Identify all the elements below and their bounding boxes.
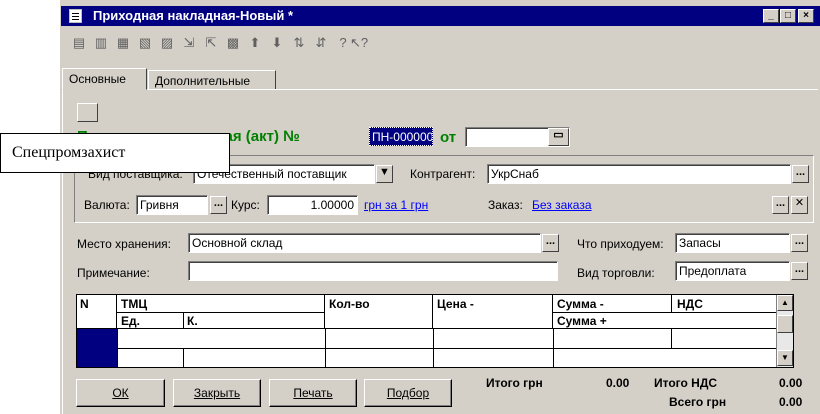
table-scrollbar[interactable]: ▲ ▼ — [776, 295, 793, 367]
copy-icon[interactable]: ▦ — [114, 34, 132, 52]
col-divider — [553, 329, 554, 367]
print-label: Печать — [293, 386, 333, 400]
note-field[interactable] — [188, 261, 558, 281]
close-label: Закрыть — [193, 386, 241, 400]
sort-asc-icon[interactable]: ⇅ — [290, 34, 308, 52]
col-qty-header[interactable]: Кол-во — [325, 295, 433, 329]
ok-button[interactable]: ОК — [76, 379, 165, 407]
tab-main[interactable]: Основные — [62, 68, 147, 90]
header-divider — [671, 295, 672, 312]
trade-label: Вид торговли: — [577, 266, 655, 280]
order-select-button[interactable]: ... — [772, 196, 789, 214]
note-label: Примечание: — [77, 266, 150, 280]
select-button[interactable]: Подбор — [364, 379, 452, 407]
table-icon[interactable]: ▨ — [158, 34, 176, 52]
contractor-select-button[interactable]: ... — [792, 165, 809, 183]
grand-total-value: 0.00 — [779, 395, 803, 409]
maximize-button[interactable]: □ — [780, 9, 796, 23]
col-qty-label: Кол-во — [329, 297, 370, 311]
col-price-header[interactable]: Цена - — [433, 295, 553, 329]
currency-label: Валюта: — [84, 198, 130, 212]
from-label: от — [440, 129, 457, 146]
col-sum-minus-label: Сумма - — [557, 297, 604, 311]
title-bar[interactable]: Приходная накладная-Новый * _ □ × — [61, 6, 820, 26]
rate-link[interactable]: грн за 1 грн — [364, 198, 428, 212]
paste-icon[interactable]: ▧ — [136, 34, 154, 52]
income-select-button[interactable]: ... — [791, 234, 808, 252]
col-k-label: К. — [187, 314, 198, 328]
vat-total-label: Итого НДС — [654, 376, 718, 390]
col-unit-label: Ед. — [121, 314, 140, 328]
currency-select-button[interactable]: ... — [210, 196, 227, 214]
total-label: Итого грн — [486, 376, 543, 390]
close-window-button[interactable]: × — [798, 9, 814, 23]
rate-label: Курс: — [231, 198, 260, 212]
ok-label: ОК — [112, 386, 129, 400]
header-divider — [553, 312, 777, 313]
trade-select-button[interactable]: ... — [791, 262, 808, 280]
row-selector[interactable] — [77, 329, 117, 367]
col-divider — [433, 329, 434, 367]
col-divider — [117, 329, 118, 367]
supplier-type-dropdown[interactable]: ▼ — [376, 165, 393, 183]
calendar-button[interactable]: ▭ — [548, 128, 569, 146]
col-divider — [671, 329, 672, 348]
order-label: Заказ: — [488, 198, 523, 212]
doc-number-field[interactable]: ПН-0000001 — [369, 127, 433, 146]
col-vat-label: НДС — [677, 297, 703, 311]
currency-field[interactable]: Гривня — [136, 195, 208, 215]
window-title: Приходная накладная-Новый * — [93, 8, 294, 23]
print-button[interactable]: Печать — [269, 379, 357, 407]
sort-desc-icon[interactable]: ⇵ — [312, 34, 330, 52]
print-icon[interactable]: ▥ — [92, 34, 110, 52]
income-field[interactable]: Запасы — [675, 233, 790, 253]
header-divider — [183, 312, 184, 329]
save-icon[interactable]: ▤ — [70, 34, 88, 52]
row-add-icon[interactable]: ⇲ — [180, 34, 198, 52]
col-item-label: ТМЦ — [121, 297, 148, 311]
col-divider — [325, 329, 326, 367]
scroll-down-button[interactable]: ▼ — [777, 350, 793, 366]
rate-field[interactable]: 1.00000 — [267, 195, 358, 215]
move-up-icon[interactable]: ⬆ — [246, 34, 264, 52]
select-label: Подбор — [386, 386, 430, 400]
scroll-thumb[interactable] — [777, 315, 793, 333]
contractor-field[interactable]: УкрСнаб — [487, 164, 791, 184]
col-sum-plus-label: Сумма + — [557, 314, 607, 328]
order-link[interactable]: Без заказа — [532, 198, 592, 212]
storage-field[interactable]: Основной склад — [188, 233, 541, 253]
col-n-header[interactable]: N — [77, 295, 117, 329]
scroll-up-button[interactable]: ▲ — [777, 295, 793, 311]
items-table[interactable]: N ТМЦ Ед. К. Кол-во Цена - Сумма - НДС С… — [76, 294, 794, 368]
income-label: Что приходуем: — [577, 237, 664, 251]
company-overlay-label: Спецпромзахист — [0, 133, 230, 173]
row-divider — [117, 348, 778, 349]
col-sum-header[interactable]: Сумма - НДС Сумма + — [553, 295, 778, 329]
tab-additional[interactable]: Дополнительные — [148, 70, 276, 90]
vat-total-value: 0.00 — [779, 376, 803, 390]
context-help-icon[interactable]: ↖? — [350, 34, 368, 52]
order-clear-button[interactable]: ✕ — [791, 196, 808, 214]
trade-field[interactable]: Предоплата — [675, 261, 790, 281]
grid-icon[interactable]: ▩ — [224, 34, 242, 52]
grand-total-label: Всего грн — [669, 395, 727, 409]
row-delete-icon[interactable]: ⇱ — [202, 34, 220, 52]
storage-select-button[interactable]: ... — [542, 234, 559, 252]
close-button[interactable]: Закрыть — [173, 379, 261, 407]
contractor-label: Контрагент: — [410, 167, 476, 181]
col-divider — [183, 348, 184, 367]
col-item-header[interactable]: ТМЦ Ед. К. — [117, 295, 325, 329]
col-n-label: N — [80, 297, 89, 311]
document-icon — [69, 9, 82, 23]
storage-label: Место хранения: — [77, 237, 171, 251]
minimize-button[interactable]: _ — [763, 9, 779, 23]
header-divider — [117, 312, 324, 313]
open-button[interactable] — [77, 103, 98, 122]
move-down-icon[interactable]: ⬇ — [268, 34, 286, 52]
col-price-label: Цена - — [437, 297, 474, 311]
total-value: 0.00 — [606, 376, 630, 390]
